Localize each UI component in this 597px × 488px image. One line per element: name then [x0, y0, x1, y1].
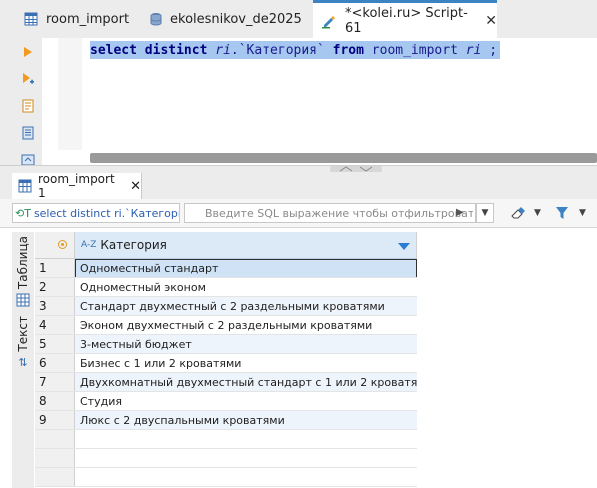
side-tab-label: Текст — [16, 316, 30, 352]
row-number[interactable]: 5 — [35, 335, 75, 354]
tab-label: room_import — [46, 11, 130, 27]
table-row[interactable]: 4 Эконом двухместный с 2 раздельными кров… — [35, 316, 597, 335]
sql-alias: ri — [215, 42, 231, 58]
database-icon — [150, 12, 162, 26]
results-tab-label: room_import 1 — [38, 172, 115, 200]
row-number[interactable]: 4 — [35, 316, 75, 335]
execute-statement-icon[interactable] — [21, 45, 35, 59]
table-cell[interactable]: Бизнес с 1 или 2 кроватями — [75, 354, 417, 373]
load-script-icon[interactable] — [21, 126, 35, 140]
query-link-icon: ⟲T — [15, 206, 31, 220]
filter-history-dropdown[interactable]: ▼ — [476, 203, 494, 223]
table-row[interactable]: 1 Одноместный стандарт — [35, 259, 597, 278]
text-view-icon: ⇅ — [18, 355, 28, 369]
row-number-empty — [35, 430, 75, 449]
empty-row — [35, 430, 597, 449]
sql-statement[interactable]: select distinct ri .`Категория` from room… — [90, 41, 501, 59]
table-cell[interactable]: Студия — [75, 392, 417, 411]
row-number-empty — [35, 449, 75, 468]
explain-plan-icon[interactable] — [21, 99, 35, 113]
row-number[interactable]: 6 — [35, 354, 75, 373]
table-row[interactable]: 2 Одноместный эконом — [35, 278, 597, 297]
tab-room-import[interactable]: room_import — [12, 0, 132, 38]
empty-row — [35, 468, 597, 487]
table-cell[interactable]: Двухкомнатный двухместный стандарт с 1 и… — [75, 373, 417, 392]
apply-filter-icon[interactable]: ▶ — [456, 207, 464, 218]
sql-table: room_import — [371, 42, 458, 58]
table-row[interactable]: 9 Люкс с 2 двуспальными кроватями — [35, 411, 597, 430]
sql-alias: ri — [465, 42, 482, 58]
side-tab-table[interactable]: Таблица — [12, 236, 34, 307]
empty-row — [35, 449, 597, 468]
table-cell[interactable]: Эконом двухместный с 2 раздельными крова… — [75, 316, 417, 335]
row-number-empty — [35, 468, 75, 487]
sql-terminator: ; — [489, 42, 498, 58]
row-number-header[interactable] — [35, 232, 75, 259]
table-cell[interactable]: 3-местный бюджет — [75, 335, 417, 354]
close-icon[interactable]: ✕ — [485, 13, 497, 29]
row-divider — [35, 486, 417, 487]
execute-script-icon[interactable] — [21, 72, 35, 86]
sql-keyword: distinct — [144, 42, 208, 58]
side-tab-label: Таблица — [16, 236, 30, 290]
column-header-label: Категория — [100, 238, 167, 252]
table-row[interactable]: 3 Стандарт двухместный с 2 раздельными кр… — [35, 297, 597, 316]
grid-icon — [16, 293, 30, 307]
query-text: select distinct ri.`Категори — [33, 206, 180, 220]
table-cell[interactable]: Одноместный стандарт — [75, 259, 417, 278]
row-number[interactable]: 3 — [35, 297, 75, 316]
table-icon — [24, 12, 38, 26]
tab-script-61[interactable]: *<kolei.ru> Script-61 ✕ — [313, 0, 497, 38]
table-row[interactable]: 8 Студия — [35, 392, 597, 411]
row-number[interactable]: 8 — [35, 392, 75, 411]
splitter-handle[interactable] — [330, 166, 382, 172]
line-number-strip — [58, 38, 82, 150]
editor-horizontal-scrollbar[interactable] — [90, 153, 597, 163]
tab-label: *<kolei.ru> Script-61 — [345, 5, 468, 36]
sql-keyword: select — [90, 42, 137, 58]
table-row[interactable]: 5 3-местный бюджет — [35, 335, 597, 354]
column-header-kategoriya[interactable]: A-Z Категория — [75, 232, 417, 259]
sort-dropdown-icon[interactable] — [398, 240, 410, 254]
sql-keyword: from — [332, 42, 364, 58]
chevron-down-icon[interactable]: ▼ — [579, 208, 586, 218]
filter-funnel-icon[interactable] — [555, 205, 569, 224]
sql-script-icon — [321, 13, 337, 29]
row-number[interactable]: 9 — [35, 411, 75, 430]
filter-input[interactable] — [184, 203, 476, 223]
grid-icon — [18, 179, 32, 193]
result-query-text[interactable]: ⟲T select distinct ri.`Категори — [12, 203, 180, 223]
results-tab[interactable]: room_import 1 ✕ — [12, 172, 142, 200]
side-tab-text[interactable]: Текст ⇅ — [12, 316, 34, 369]
row-number[interactable]: 1 — [35, 259, 75, 278]
table-row[interactable]: 7 Двухкомнатный двухместный стандарт с 1 … — [35, 373, 597, 392]
eraser-icon[interactable] — [510, 205, 526, 224]
select-all-icon[interactable] — [58, 240, 67, 249]
table-cell[interactable]: Люкс с 2 двуспальными кроватями — [75, 411, 417, 430]
tab-ekolesnikov-de2025[interactable]: ekolesnikov_de2025 — [138, 0, 310, 38]
sql-column: .`Категория` — [230, 42, 325, 58]
text-type-icon: A-Z — [81, 240, 97, 250]
row-number[interactable]: 7 — [35, 373, 75, 392]
close-icon[interactable]: ✕ — [130, 179, 141, 194]
table-cell[interactable]: Стандарт двухместный с 2 раздельными кро… — [75, 297, 417, 316]
tab-label: ekolesnikov_de2025 — [170, 11, 302, 27]
row-number[interactable]: 2 — [35, 278, 75, 297]
table-cell[interactable]: Одноместный эконом — [75, 278, 417, 297]
chevron-down-icon[interactable]: ▼ — [534, 208, 541, 218]
table-row[interactable]: 6 Бизнес с 1 или 2 кроватями — [35, 354, 597, 373]
